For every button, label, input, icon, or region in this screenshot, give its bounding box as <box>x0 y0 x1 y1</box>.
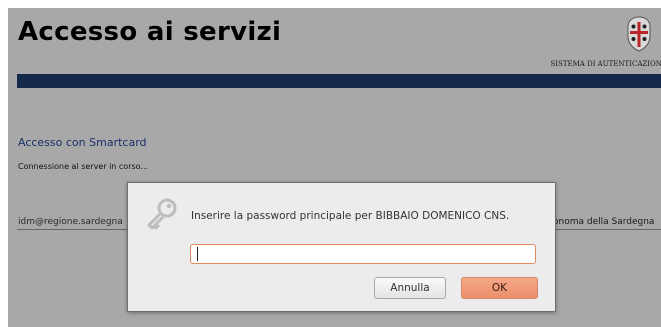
footer-divider-right <box>554 229 661 230</box>
connection-status: Connessione al server in corso... <box>18 162 149 171</box>
footer-contact-email[interactable]: idm@regione.sardegna <box>18 217 128 227</box>
key-icon <box>147 198 177 230</box>
password-input[interactable] <box>190 244 536 264</box>
section-heading: Accesso con Smartcard <box>18 136 147 149</box>
page-title: Accesso ai servizi <box>18 17 282 47</box>
password-prompt: Inserire la password principale per BIBB… <box>191 210 510 222</box>
system-label: SISTEMA DI AUTENTICAZIONE <box>550 60 661 68</box>
footer-organization: onoma della Sardegna <box>553 217 655 227</box>
text-caret <box>197 247 198 261</box>
header-banner <box>17 74 661 88</box>
regional-crest-logo <box>627 16 651 52</box>
ok-button[interactable]: OK <box>461 277 538 299</box>
cancel-button[interactable]: Annulla <box>374 277 446 299</box>
password-dialog: Inserire la password principale per BIBB… <box>127 182 556 312</box>
footer-divider-left <box>17 229 129 230</box>
